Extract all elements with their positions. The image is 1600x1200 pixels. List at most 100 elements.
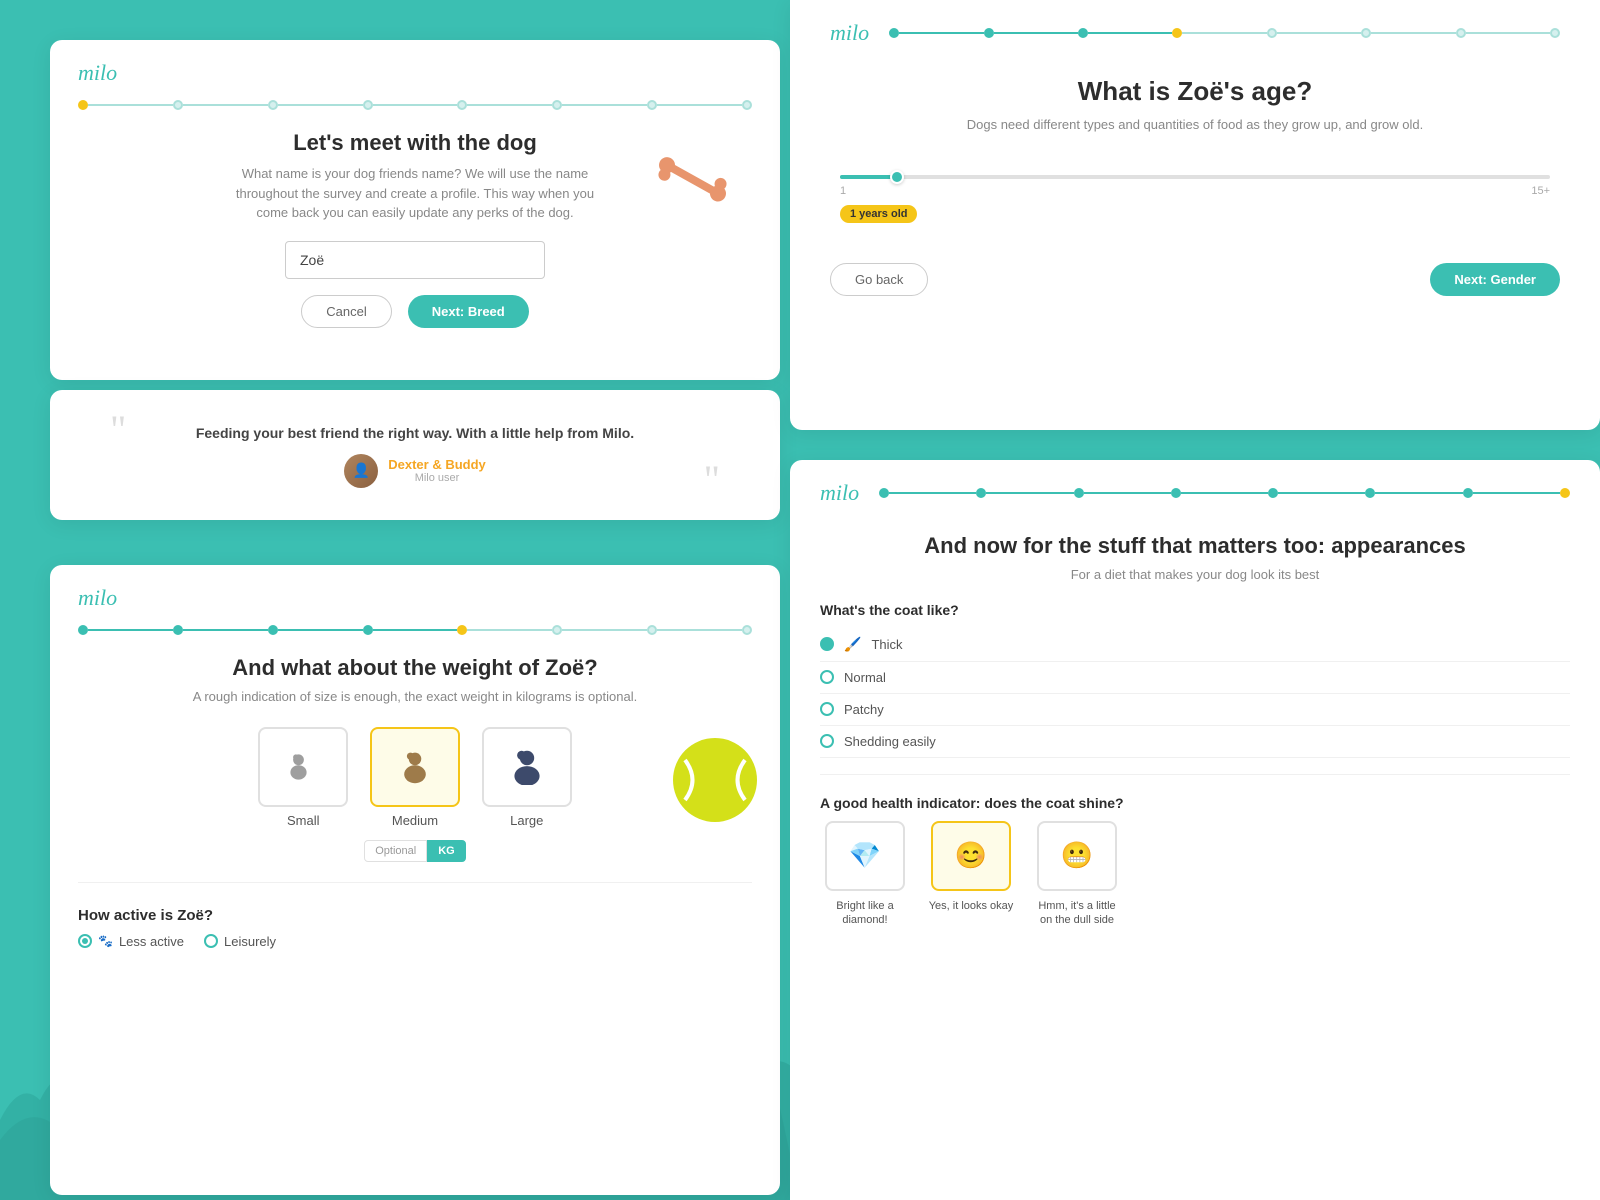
quote-open: " — [110, 410, 126, 450]
prog3-line-1 — [183, 629, 268, 631]
shine-options: 💎 Bright like a diamond! 😊 Yes, it looks… — [820, 821, 1570, 928]
coat-label-shedding: Shedding easily — [844, 734, 936, 749]
size-medium-input-row: Optional KG — [364, 840, 465, 862]
size-medium-box — [370, 727, 460, 807]
radio-less-active — [78, 934, 92, 948]
prog3-dot-4 — [457, 625, 467, 635]
slider-min-label: 1 — [840, 185, 846, 197]
age-badge: 1 years old — [840, 205, 917, 223]
prog5-dot-3 — [1171, 488, 1181, 498]
slider-thumb — [890, 170, 904, 184]
prog5-line-3 — [1181, 492, 1268, 494]
shine-section-title: A good health indicator: does the coat s… — [820, 795, 1570, 811]
prog3-dot-7 — [742, 625, 752, 635]
prog-line-3 — [373, 104, 458, 106]
go-back-button[interactable]: Go back — [830, 263, 928, 296]
card1-subtitle: What name is your dog friends name? We w… — [235, 164, 595, 223]
card4-title: What is Zoë's age? — [830, 76, 1560, 107]
prog-dot-0 — [78, 100, 88, 110]
size-large[interactable]: Large — [482, 727, 572, 862]
coat-label-normal: Normal — [844, 670, 886, 685]
prog-line-4 — [467, 104, 552, 106]
prog5-dot-2 — [1074, 488, 1084, 498]
prog5-dot-0 — [879, 488, 889, 498]
next-gender-button[interactable]: Next: Gender — [1430, 263, 1560, 296]
size-small-label: Small — [287, 813, 320, 828]
size-medium-label: Medium — [392, 813, 438, 828]
card-weight: milo And what about the weight of Zoë? A… — [50, 565, 780, 1195]
logo-card3: milo — [50, 565, 780, 611]
prog4-dot-0 — [889, 28, 899, 38]
card4-content: What is Zoë's age? Dogs need different t… — [790, 46, 1600, 326]
prog4-dot-6 — [1456, 28, 1466, 38]
avatar-image: 👤 — [344, 454, 378, 488]
testimonial-author: 👤 Dexter & Buddy Milo user — [136, 454, 693, 488]
testimonial-text-wrap: Feeding your best friend the right way. … — [136, 423, 693, 488]
cancel-button[interactable]: Cancel — [301, 295, 391, 328]
coat-radio-thick — [820, 637, 834, 651]
prog3-line-3 — [373, 629, 458, 631]
card3-content: And what about the weight of Zoë? A roug… — [50, 635, 780, 969]
author-info: Dexter & Buddy Milo user — [388, 457, 486, 484]
divider-1 — [78, 882, 752, 883]
prog5-dot-5 — [1365, 488, 1375, 498]
prog4-dot-3 — [1172, 28, 1182, 38]
prog-dot-1 — [173, 100, 183, 110]
size-large-box — [482, 727, 572, 807]
prog4-line-2 — [1088, 32, 1172, 34]
prog5-line-2 — [1084, 492, 1171, 494]
prog3-dot-3 — [363, 625, 373, 635]
prog4-line-6 — [1466, 32, 1550, 34]
coat-label-thick: Thick — [871, 637, 902, 652]
prog5-line-6 — [1473, 492, 1560, 494]
card-age: milo What is Zoë's age? Dogs need differ… — [790, 0, 1600, 430]
logo-card1: milo — [50, 40, 780, 86]
prog4-dot-7 — [1550, 28, 1560, 38]
prog3-line-2 — [278, 629, 363, 631]
age-slider-wrap: 1 15+ 1 years old — [830, 175, 1560, 223]
coat-option-normal[interactable]: Normal — [820, 662, 1570, 694]
coat-option-shedding[interactable]: Shedding easily — [820, 726, 1570, 758]
coat-option-patchy[interactable]: Patchy — [820, 694, 1570, 726]
card5-subtitle: For a diet that makes your dog look its … — [820, 567, 1570, 582]
prog-dot-2 — [268, 100, 278, 110]
activity-leisurely[interactable]: Leisurely — [204, 934, 276, 949]
prog3-dot-0 — [78, 625, 88, 635]
prog-dot-6 — [647, 100, 657, 110]
coat-section-title: What's the coat like? — [820, 602, 1570, 618]
dog-name-input[interactable] — [285, 241, 545, 279]
prog3-line-4 — [467, 629, 552, 631]
avatar: 👤 — [344, 454, 378, 488]
card-appearances: milo And now for the stuff that matters … — [790, 460, 1600, 1200]
shine-diamond[interactable]: 💎 Bright like a diamond! — [820, 821, 910, 928]
logo-card5: milo — [820, 480, 859, 506]
shine-okay[interactable]: 😊 Yes, it looks okay — [926, 821, 1016, 928]
size-large-label: Large — [510, 813, 543, 828]
less-active-label: Less active — [119, 934, 184, 949]
prog3-line-5 — [562, 629, 647, 631]
author-name: Dexter & Buddy — [388, 457, 486, 472]
prog3-dot-2 — [268, 625, 278, 635]
size-medium[interactable]: Medium Optional KG — [364, 727, 465, 862]
prog-line-6 — [657, 104, 742, 106]
prog3-line-6 — [657, 629, 742, 631]
prog5-line-1 — [986, 492, 1073, 494]
prog-dot-3 — [363, 100, 373, 110]
prog5-dot-1 — [976, 488, 986, 498]
prog4-line-5 — [1371, 32, 1455, 34]
next-breed-button[interactable]: Next: Breed — [408, 295, 529, 328]
prog3-dot-5 — [552, 625, 562, 635]
coat-option-thick[interactable]: 🖌️ Thick — [820, 628, 1570, 662]
prog5-line-5 — [1375, 492, 1462, 494]
dog-name-input-wrap — [285, 241, 545, 279]
card5-title: And now for the stuff that matters too: … — [820, 532, 1570, 561]
prog-line-1 — [183, 104, 268, 106]
card-intro: milo Let's meet with the dog — [50, 40, 780, 380]
shine-okay-label: Yes, it looks okay — [929, 899, 1014, 913]
card4-subtitle: Dogs need different types and quantities… — [830, 115, 1560, 135]
size-small[interactable]: Small — [258, 727, 348, 862]
prog4-dot-2 — [1078, 28, 1088, 38]
activity-less-active[interactable]: 🐾 Less active — [78, 934, 184, 949]
prog4-dot-1 — [984, 28, 994, 38]
shine-dull[interactable]: 😬 Hmm, it's a little on the dull side — [1032, 821, 1122, 928]
